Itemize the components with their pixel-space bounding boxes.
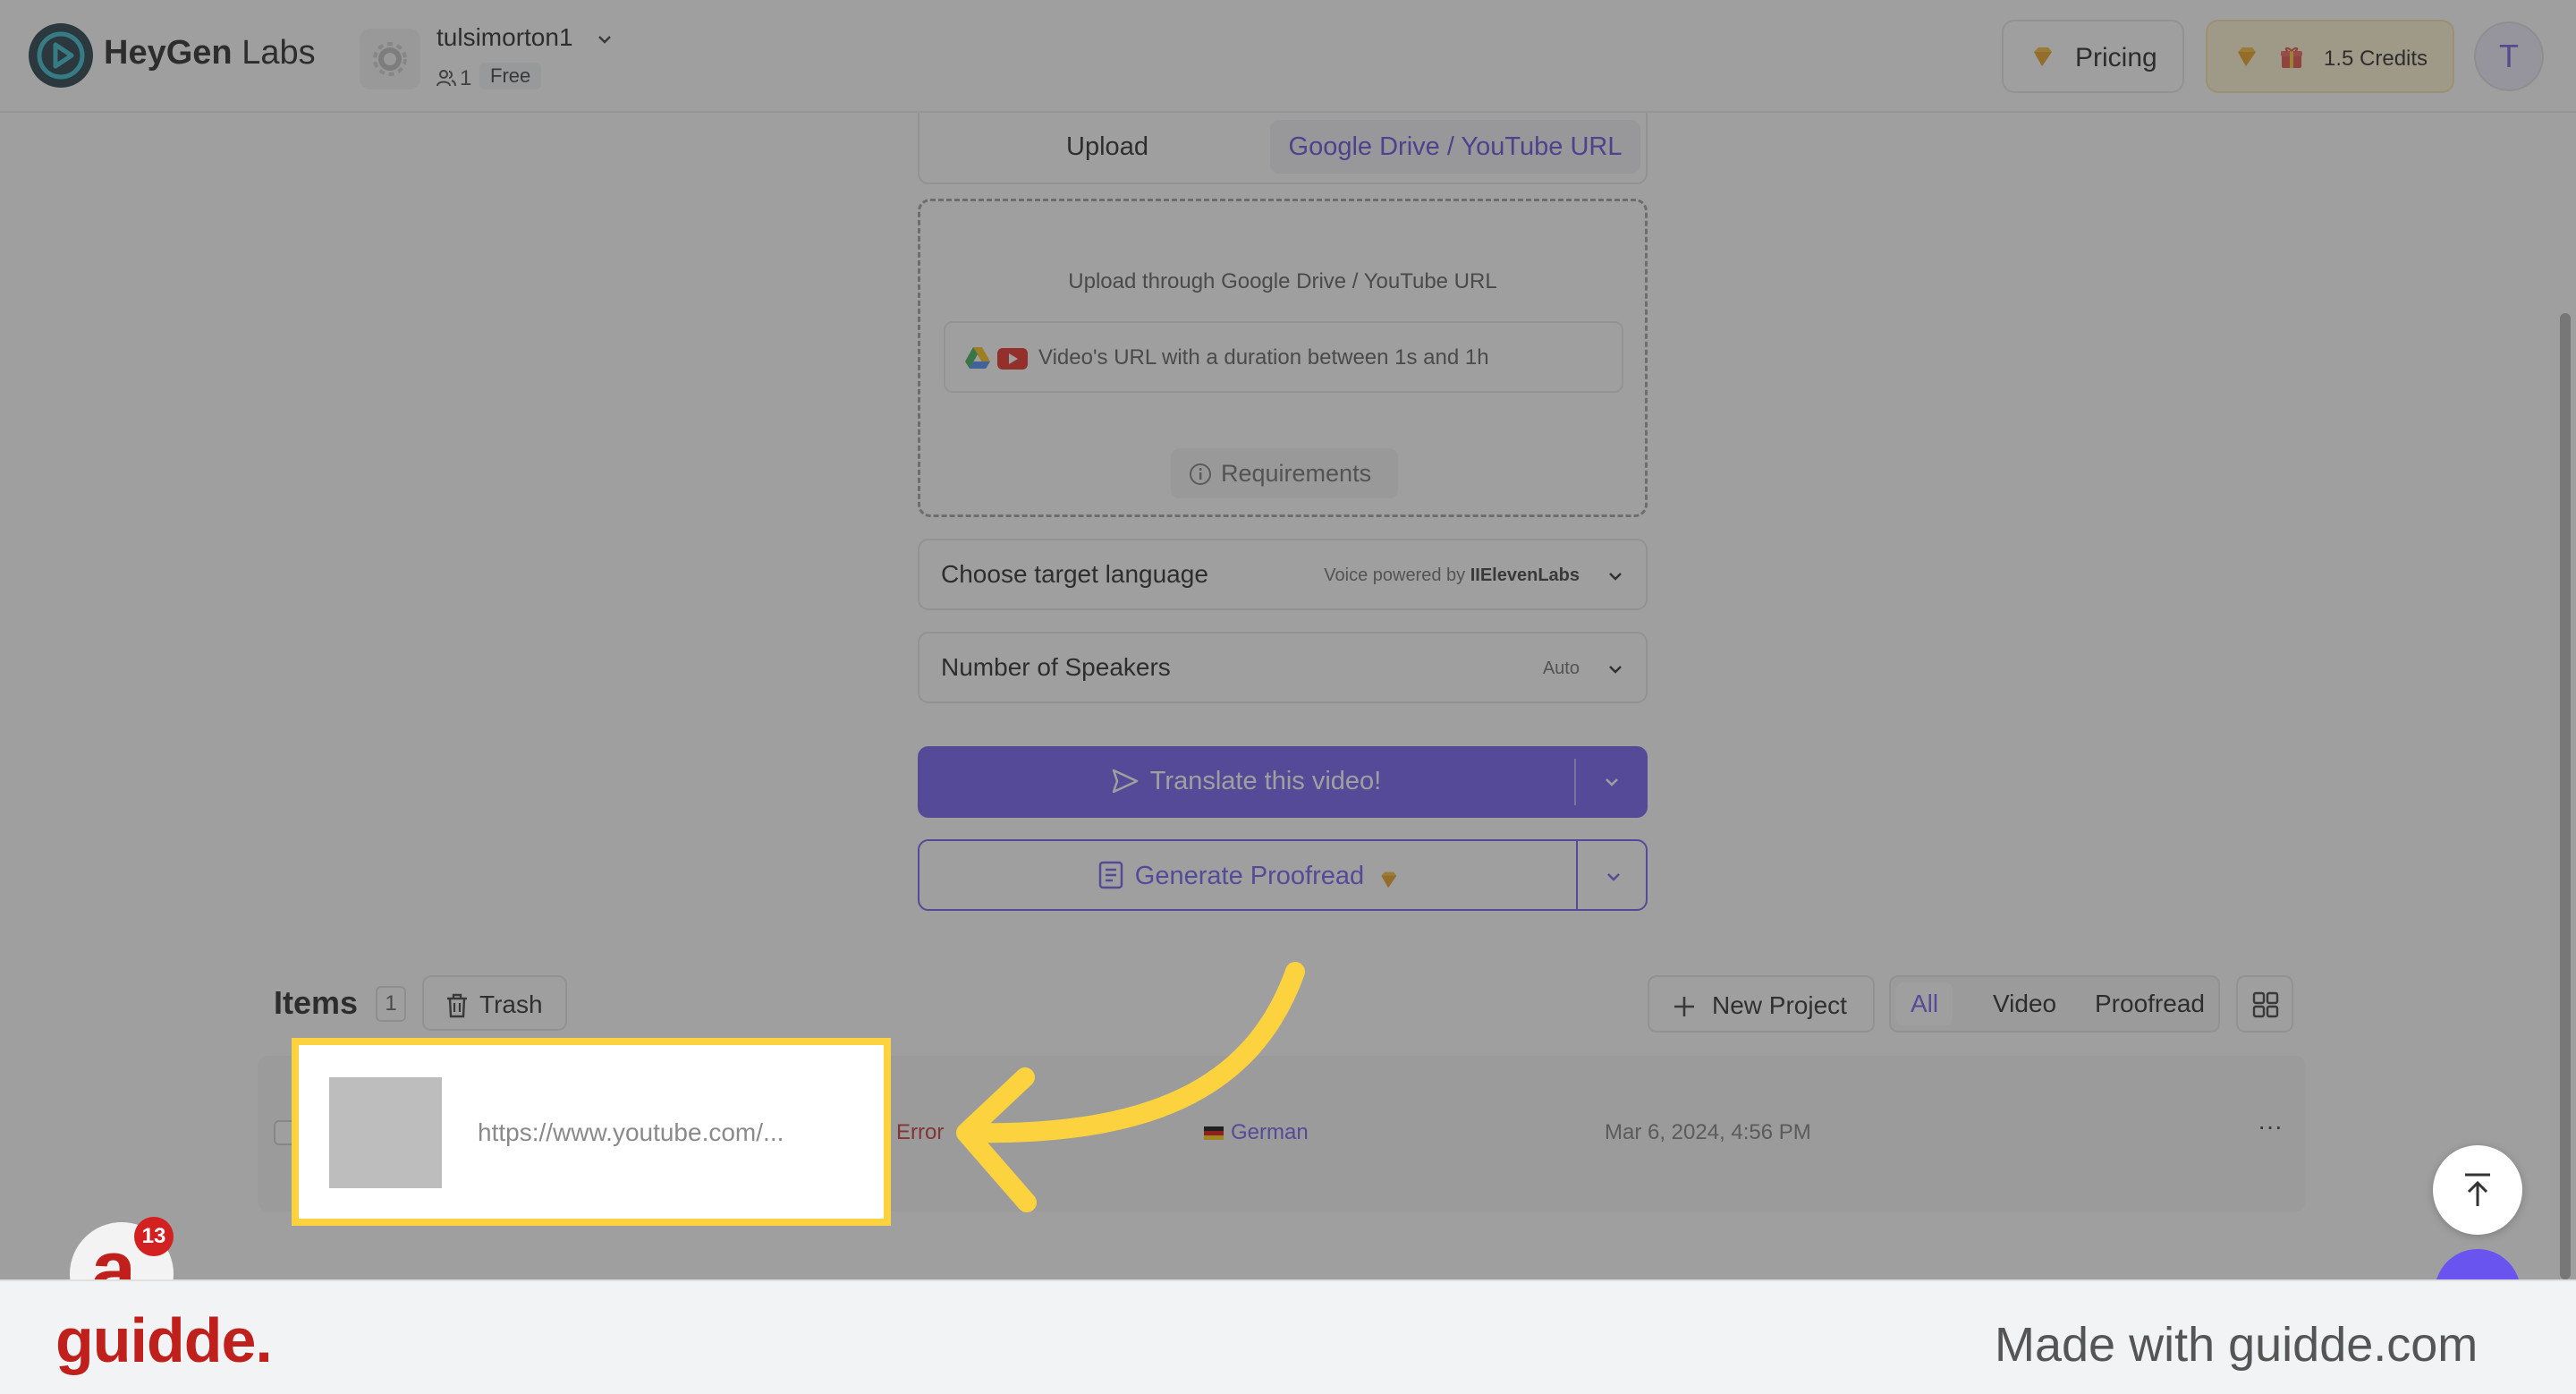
pointer-arrow-icon [956, 962, 1305, 1212]
scroll-to-top-button[interactable] [2433, 1145, 2522, 1235]
notification-badge: 13 [134, 1217, 174, 1256]
page-scrollbar[interactable] [2560, 313, 2571, 1279]
arrow-up-icon [2465, 1173, 2490, 1206]
guidde-footer: guidde. Made with guidde.com [0, 1279, 2576, 1394]
video-thumbnail [329, 1077, 442, 1188]
video-url-text: https://www.youtube.com/... [478, 1118, 784, 1146]
guidde-logo: guidde. [55, 1305, 273, 1375]
made-with-text: Made with guidde.com [1995, 1318, 2479, 1372]
highlighted-item-card[interactable]: https://www.youtube.com/... [292, 1038, 891, 1226]
